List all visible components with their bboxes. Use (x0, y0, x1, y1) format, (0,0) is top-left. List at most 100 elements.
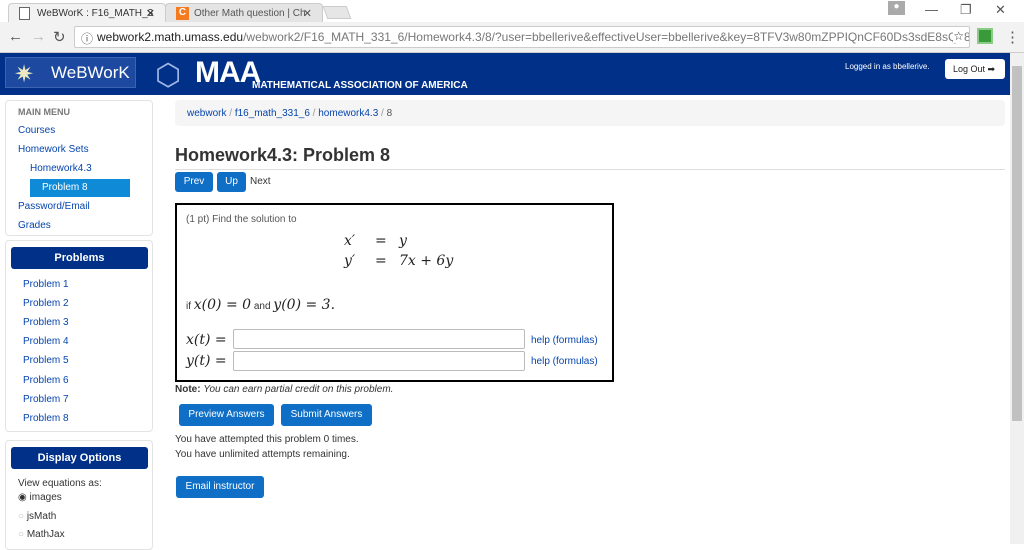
help-formulas-link[interactable]: help (formulas) (531, 356, 598, 367)
problem-link[interactable]: Problem 5 (23, 355, 69, 366)
logout-icon: ➡ (987, 64, 996, 74)
eq1-lhs: x′ (344, 233, 356, 249)
forward-icon[interactable]: → (31, 28, 46, 45)
address-bar: ← → ↻ ⓘ webwork2.math.umass.edu/webwork2/… (0, 22, 1024, 53)
tab-webwork[interactable]: WeBWorK : F16_MATH_3 ✕ (8, 3, 166, 22)
breadcrumb-link[interactable]: webwork (187, 108, 226, 119)
eq1-rhs: y (399, 233, 407, 249)
url-path: /webwork2/F16_MATH_331_6/Homework4.3/8/?… (243, 30, 970, 44)
extension-icon[interactable] (977, 28, 993, 44)
logo-text: WeBWorK (51, 63, 130, 82)
menu-grades[interactable]: Grades (18, 220, 51, 231)
icosahedron-icon: ⬡ (155, 59, 182, 92)
breadcrumb-current: 8 (386, 108, 393, 119)
divider (175, 169, 1005, 170)
up-button[interactable]: Up (217, 172, 246, 192)
menu-homework[interactable]: Homework4.3 (30, 163, 92, 174)
menu-homework-sets[interactable]: Homework Sets (18, 144, 89, 155)
star-logo-icon: ✷ (14, 61, 35, 88)
attempts-text: You have attempted this problem 0 times. (175, 434, 359, 445)
info-icon: ⓘ (81, 32, 94, 46)
display-label: View equations as: (18, 478, 102, 489)
tab-chegg[interactable]: C Other Math question | Ch ✕ (165, 3, 323, 22)
star-icon[interactable]: ☆ (953, 29, 964, 43)
radio-label: jsMath (26, 511, 57, 522)
problem-link[interactable]: Problem 2 (23, 298, 69, 309)
cond2: y(0) = 3. (273, 297, 336, 313)
breadcrumb-link[interactable]: homework4.3 (318, 108, 378, 119)
problem-intro: (1 pt) Find the solution to (186, 214, 297, 225)
site-header: ✷ WeBWorK ⬡ MAA MATHEMATICAL ASSOCIATION OF… (0, 53, 1010, 95)
display-options-title: Display Options (11, 447, 148, 469)
note-text: You can earn partial credit on this prob… (203, 384, 394, 395)
initial-conditions: if x(0) = 0 and y(0) = 3. (186, 297, 335, 313)
close-window-button[interactable]: ✕ (995, 2, 1006, 18)
radio-images[interactable]: ◉ images (18, 492, 62, 503)
scrollbar-thumb[interactable] (1012, 66, 1022, 421)
webwork-logo[interactable]: ✷ WeBWorK (5, 57, 136, 88)
note-label: Note: (175, 384, 201, 395)
logout-label: Log Out (953, 64, 986, 74)
main-menu: MAIN MENU Courses Homework Sets Homework… (5, 100, 153, 236)
logout-button[interactable]: Log Out ➡ (945, 59, 1005, 79)
answer-x-input[interactable] (233, 329, 525, 349)
page-icon (19, 7, 30, 20)
menu-courses[interactable]: Courses (18, 125, 55, 136)
problem-link[interactable]: Problem 1 (23, 279, 69, 290)
reload-icon[interactable]: ↻ (53, 28, 66, 46)
menu-problem-active[interactable]: Problem 8 (30, 179, 130, 197)
url-host: webwork2.math.umass.edu (97, 30, 244, 44)
eq2-rhs: 7x + 6y (399, 253, 454, 269)
next-link: Next (250, 176, 271, 187)
text: and (253, 301, 271, 312)
answer-y-input[interactable] (233, 351, 525, 371)
prev-button[interactable]: Prev (175, 172, 213, 192)
email-instructor-button[interactable]: Email instructor (176, 476, 264, 498)
attempts-remaining-text: You have unlimited attempts remaining. (175, 449, 350, 460)
back-icon[interactable]: ← (8, 28, 23, 45)
ans2-label: y(t) = (186, 353, 227, 369)
radio-label: MathJax (26, 529, 65, 540)
problem-link[interactable]: Problem 7 (23, 394, 69, 405)
cond1: x(0) = 0 (193, 297, 252, 313)
restore-button[interactable]: ❐ (960, 2, 972, 18)
logged-in-text: Logged in as bbellerive. (845, 62, 930, 71)
text: if (186, 301, 191, 312)
menu-icon[interactable]: ⋮ (1005, 28, 1020, 46)
radio-jsmath[interactable]: ○ jsMath (18, 511, 56, 522)
maa-full-text: MATHEMATICAL ASSOCIATION OF AMERICA (252, 80, 468, 91)
problem-link[interactable]: Problem 3 (23, 317, 69, 328)
menu-password[interactable]: Password/Email (18, 201, 90, 212)
problems-title: Problems (11, 247, 148, 269)
problem-link[interactable]: Problem 8 (23, 413, 69, 424)
problem-link[interactable]: Problem 4 (23, 336, 69, 347)
url-input[interactable]: ⓘ webwork2.math.umass.edu/webwork2/F16_MA… (74, 26, 970, 48)
eq-sign: = (375, 253, 387, 269)
note: Note: You can earn partial credit on thi… (175, 384, 393, 395)
problem-link[interactable]: Problem 6 (23, 375, 69, 386)
display-options-panel: Display Options View equations as: ◉ ima… (5, 440, 153, 550)
new-tab-button[interactable] (322, 6, 352, 19)
radio-label: images (29, 492, 62, 503)
profile-icon[interactable]: ● (888, 1, 905, 15)
breadcrumb-link[interactable]: f16_math_331_6 (235, 108, 310, 119)
maa-text: MAA (195, 56, 261, 89)
tab-label: WeBWorK : F16_MATH_3 (37, 8, 154, 19)
preview-answers-button[interactable]: Preview Answers (179, 404, 274, 426)
ans1-label: x(t) = (186, 332, 227, 348)
tab-label: Other Math question | Ch (194, 8, 306, 19)
minimize-button[interactable]: — (925, 2, 938, 17)
tab-bar: WeBWorK : F16_MATH_3 ✕ C Other Math questi… (0, 0, 1024, 22)
eq2-lhs: y′ (344, 253, 356, 269)
submit-answers-button[interactable]: Submit Answers (281, 404, 372, 426)
chegg-icon: C (176, 7, 189, 20)
close-icon[interactable]: ✕ (146, 7, 155, 20)
help-formulas-link[interactable]: help (formulas) (531, 335, 598, 346)
breadcrumb: webwork / f16_math_331_6 / homework4.3 /… (175, 100, 1005, 126)
menu-title: MAIN MENU (18, 107, 70, 117)
page-title: Homework4.3: Problem 8 (175, 145, 391, 165)
close-icon[interactable]: ✕ (303, 7, 312, 20)
problems-panel: Problems Problem 1 Problem 2 Problem 3 P… (5, 240, 153, 432)
radio-mathjax[interactable]: ○ MathJax (18, 529, 65, 540)
eq-sign: = (375, 233, 387, 249)
